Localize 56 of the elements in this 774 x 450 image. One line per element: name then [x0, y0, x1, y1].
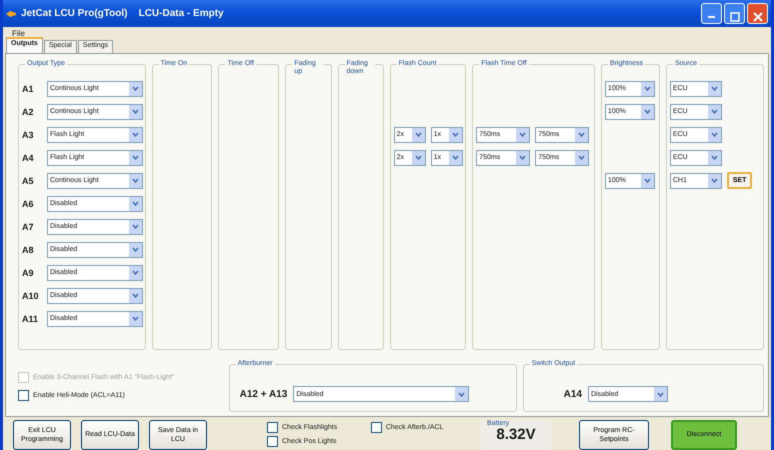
- output-label: A4: [22, 152, 35, 162]
- chevron-icon: [519, 132, 526, 137]
- chevron-icon: [710, 178, 718, 183]
- battery-voltage: 8.32V: [496, 426, 537, 442]
- close-icon: [752, 12, 762, 22]
- chevron-icon: [132, 178, 139, 183]
- chevron-icon: [644, 178, 651, 183]
- chevron-icon: [414, 155, 422, 160]
- chevron-icon: [132, 132, 139, 137]
- chevron-icon: [452, 132, 459, 137]
- window-title: JetCat LCU Pro(gTool) LCU-Data - Empty: [21, 8, 225, 19]
- chevron-icon: [132, 316, 139, 321]
- chevron-icon: [710, 132, 718, 137]
- chevron-icon: [644, 86, 651, 91]
- chevron-icon: [132, 201, 139, 206]
- output-label: A11: [22, 314, 40, 324]
- chevron-icon: [644, 109, 651, 114]
- chevron-icon: [132, 109, 139, 114]
- chevron-icon: [710, 86, 718, 91]
- output-label: A1: [22, 84, 35, 94]
- output-label: A7: [22, 222, 35, 232]
- output-label: A9: [22, 268, 35, 278]
- app-icon: [6, 10, 16, 18]
- chevron-icon: [452, 155, 459, 160]
- chevron-icon: [132, 270, 139, 275]
- chevron-icon: [519, 155, 526, 160]
- chevron-icon: [132, 247, 139, 252]
- output-label: A12 + A13: [240, 388, 288, 400]
- checkbox[interactable]: [267, 436, 278, 447]
- menu-item[interactable]: File: [9, 28, 28, 38]
- chevron-icon: [578, 132, 586, 137]
- checkbox[interactable]: [267, 422, 278, 433]
- output-label: A8: [22, 244, 35, 254]
- output-label: A3: [22, 130, 35, 140]
- checkbox[interactable]: [370, 422, 382, 433]
- chevron-icon: [132, 86, 139, 91]
- chevron-icon: [132, 224, 139, 229]
- maximize-icon: [730, 12, 740, 22]
- chevron-icon: [458, 392, 466, 397]
- chevron-icon: [710, 155, 718, 160]
- chevron-icon: [578, 155, 586, 160]
- close-button[interactable]: [747, 3, 768, 24]
- output-label: A10: [22, 290, 40, 300]
- maximize-button[interactable]: [724, 3, 745, 24]
- output-label: A5: [22, 176, 35, 186]
- chevron-icon: [657, 392, 664, 397]
- checkbox[interactable]: [18, 390, 29, 401]
- output-label: A2: [22, 106, 35, 116]
- chevron-icon: [710, 109, 718, 114]
- chevron-icon: [414, 132, 422, 137]
- output-label: A6: [22, 198, 35, 208]
- chevron-icon: [132, 155, 139, 160]
- minimize-icon: [708, 16, 715, 18]
- output-label: A14: [564, 388, 582, 400]
- chevron-icon: [132, 293, 139, 298]
- minimize-button[interactable]: [701, 3, 722, 24]
